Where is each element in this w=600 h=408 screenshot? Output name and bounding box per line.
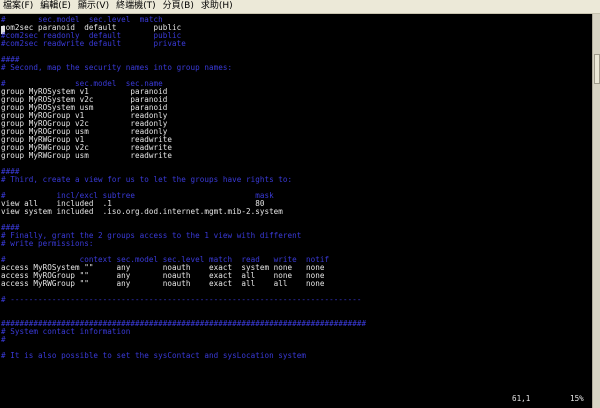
terminal-line: # Third, create a view for us to let the… [1, 175, 293, 184]
terminal-line: view system included .iso.org.dod.intern… [1, 207, 283, 216]
terminal-line: #com2sec readwrite default private [1, 39, 186, 48]
scrollbar[interactable] [592, 14, 600, 408]
terminal-line: # It is also possible to set the sysCont… [1, 351, 307, 360]
terminal-line: access MyRWGroup "" any noauth exact all… [1, 279, 325, 288]
terminal-line: # --------------------------------------… [1, 295, 362, 304]
terminal-line: # [1, 335, 6, 344]
terminal-line: # write permissions: [1, 239, 94, 248]
menu-edit[interactable]: 編輯(E) [36, 0, 74, 13]
menu-bar: 檔案(F) 編輯(E) 顯示(V) 終端機(T) 分頁(B) 求助(H) [0, 0, 600, 14]
menu-tabs[interactable]: 分頁(B) [159, 0, 197, 13]
terminal-line: # Second, map the security names into gr… [1, 63, 233, 72]
terminal-line: group MyRWGroup usm readwrite [1, 151, 173, 160]
menu-view[interactable]: 顯示(V) [74, 0, 112, 13]
scroll-percent-readout: 15% [570, 394, 584, 403]
scrollbar-thumb[interactable] [594, 54, 600, 84]
menu-help[interactable]: 求助(H) [197, 0, 236, 13]
menu-terminal[interactable]: 終端機(T) [112, 0, 159, 13]
terminal-text-area[interactable]: # sec.model sec.level match com2sec paran… [0, 14, 592, 408]
cursor-position-readout: 61,1 [512, 394, 531, 403]
terminal-line: # System contact information [1, 327, 131, 336]
menu-file[interactable]: 檔案(F) [0, 0, 36, 13]
